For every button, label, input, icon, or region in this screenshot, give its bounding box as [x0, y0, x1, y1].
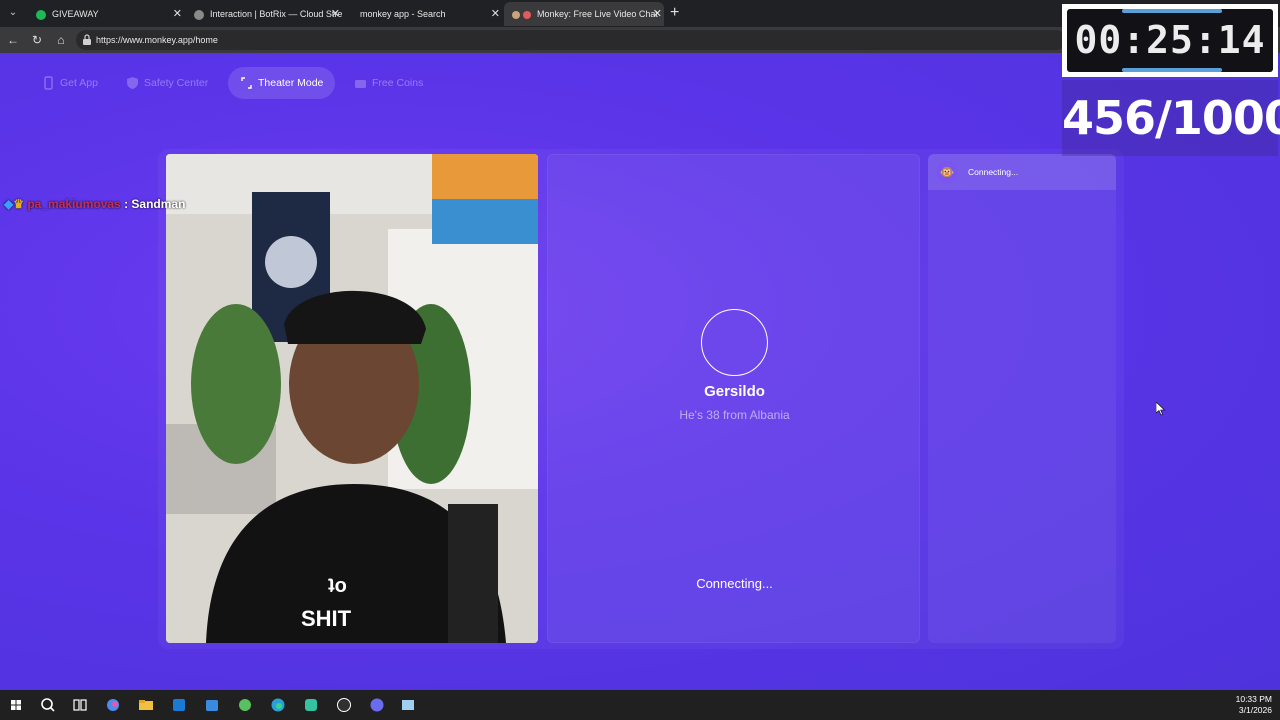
new-tab-button[interactable]: +: [670, 3, 679, 23]
clock-date: 3/1/2026: [1238, 705, 1272, 715]
copilot-icon[interactable]: [103, 695, 123, 715]
chat-header-label: Connecting...: [968, 167, 1019, 177]
badge-icon: ◆: [4, 197, 14, 211]
windows-start-icon[interactable]: [6, 695, 26, 715]
lock-icon: [83, 34, 91, 45]
recording-indicator-icon: [523, 10, 531, 19]
partner-video-pane: Gersildo He's 38 from Albania Connecting…: [547, 154, 920, 643]
refresh-icon[interactable]: ↻: [28, 31, 46, 49]
phone-icon: [44, 76, 53, 90]
tab-monkey-app[interactable]: Monkey: Free Live Video Chat ✕: [504, 2, 664, 26]
expand-icon: [241, 77, 252, 89]
counter-text: 456/1000: [1062, 91, 1280, 145]
tab-favicon-icon: [194, 9, 204, 20]
timer-text: 00:25:14: [1074, 18, 1266, 62]
mouse-cursor-icon: [1156, 402, 1166, 416]
chat-header: 🐵 Connecting...: [928, 154, 1116, 190]
shield-icon: [127, 77, 138, 89]
partner-info: He's 38 from Albania: [679, 408, 790, 422]
stream-timer-widget: 00:25:14: [1062, 4, 1278, 77]
obs-icon[interactable]: [334, 695, 354, 715]
task-view-icon[interactable]: [70, 695, 90, 715]
tab-close-icon[interactable]: ✕: [173, 2, 182, 26]
coins-icon: [355, 80, 366, 88]
search-icon[interactable]: [38, 695, 58, 715]
discord-icon[interactable]: [367, 695, 387, 715]
streamer-camera-image: ʇo SHIT: [166, 154, 538, 643]
store-icon[interactable]: [202, 695, 222, 715]
svg-text:SHIT: SHIT: [301, 606, 352, 631]
tab-botrix[interactable]: Interaction | BotRix — Cloud Strea ✕: [186, 2, 342, 26]
taskbar: 10:33 PM 3/1/2026: [0, 690, 1280, 720]
tab-label: GIVEAWAY: [52, 9, 99, 19]
stream-counter-widget: 456/1000: [1062, 80, 1280, 156]
back-arrow-icon[interactable]: ←: [4, 31, 22, 49]
timer-display: 00:25:14: [1067, 9, 1273, 72]
get-app-label: Get App: [60, 77, 98, 89]
safety-center-button[interactable]: Safety Center: [114, 67, 220, 99]
url-text: https://www.monkey.app/home: [96, 35, 218, 45]
chat-panel: 🐵 Connecting...: [928, 154, 1116, 643]
tab-label: Interaction | BotRix — Cloud Strea: [210, 9, 342, 19]
theater-mode-label: Theater Mode: [258, 77, 324, 89]
system-clock[interactable]: 10:33 PM 3/1/2026: [1236, 694, 1272, 716]
local-camera-video: ʇo SHIT: [166, 154, 538, 643]
notes-app-icon[interactable]: [398, 695, 418, 715]
game-app-icon[interactable]: [235, 695, 255, 715]
tab-favicon-icon: [36, 9, 46, 20]
connection-status: Connecting...: [696, 576, 773, 591]
edge-browser-icon[interactable]: [268, 695, 288, 715]
crown-icon: ♛: [13, 197, 24, 211]
tab-label: monkey app - Search: [360, 9, 446, 19]
theater-mode-button[interactable]: Theater Mode: [228, 67, 336, 99]
monkey-favicon-icon: [512, 10, 520, 19]
clock-time: 10:33 PM: [1235, 694, 1272, 704]
file-explorer-icon[interactable]: [136, 695, 156, 715]
tab-close-icon[interactable]: ✕: [653, 2, 662, 26]
free-coins-label: Free Coins: [372, 77, 424, 89]
tab-close-icon[interactable]: ✕: [331, 2, 340, 26]
free-coins-button[interactable]: Free Coins: [342, 67, 435, 99]
safety-center-label: Safety Center: [144, 77, 209, 89]
tab-label: Monkey: Free Live Video Chat: [537, 9, 658, 19]
stream-chat-message: ◆♛ pa_makiumovas : Sandman: [4, 197, 185, 211]
home-icon[interactable]: ⌂: [52, 31, 70, 49]
svg-text:ʇo: ʇo: [328, 575, 347, 597]
url-field[interactable]: https://www.monkey.app/home: [76, 30, 1066, 50]
partner-name: Gersildo: [704, 383, 765, 400]
tab-monkey-search[interactable]: monkey app - Search ✕: [346, 2, 502, 26]
chat-message-text: : Sandman: [124, 197, 186, 211]
chat-username: pa_makiumovas: [27, 197, 121, 211]
tab-close-icon[interactable]: ✕: [491, 2, 500, 26]
tab-giveaway[interactable]: GIVEAWAY ✕: [28, 2, 184, 26]
get-app-button[interactable]: Get App: [30, 67, 110, 99]
outlook-icon[interactable]: [169, 695, 189, 715]
tab-actions-menu-button[interactable]: ⌄: [4, 4, 22, 22]
partner-avatar: [701, 309, 768, 376]
media-app-icon[interactable]: [301, 695, 321, 715]
monkey-avatar-icon: 🐵: [936, 161, 958, 183]
